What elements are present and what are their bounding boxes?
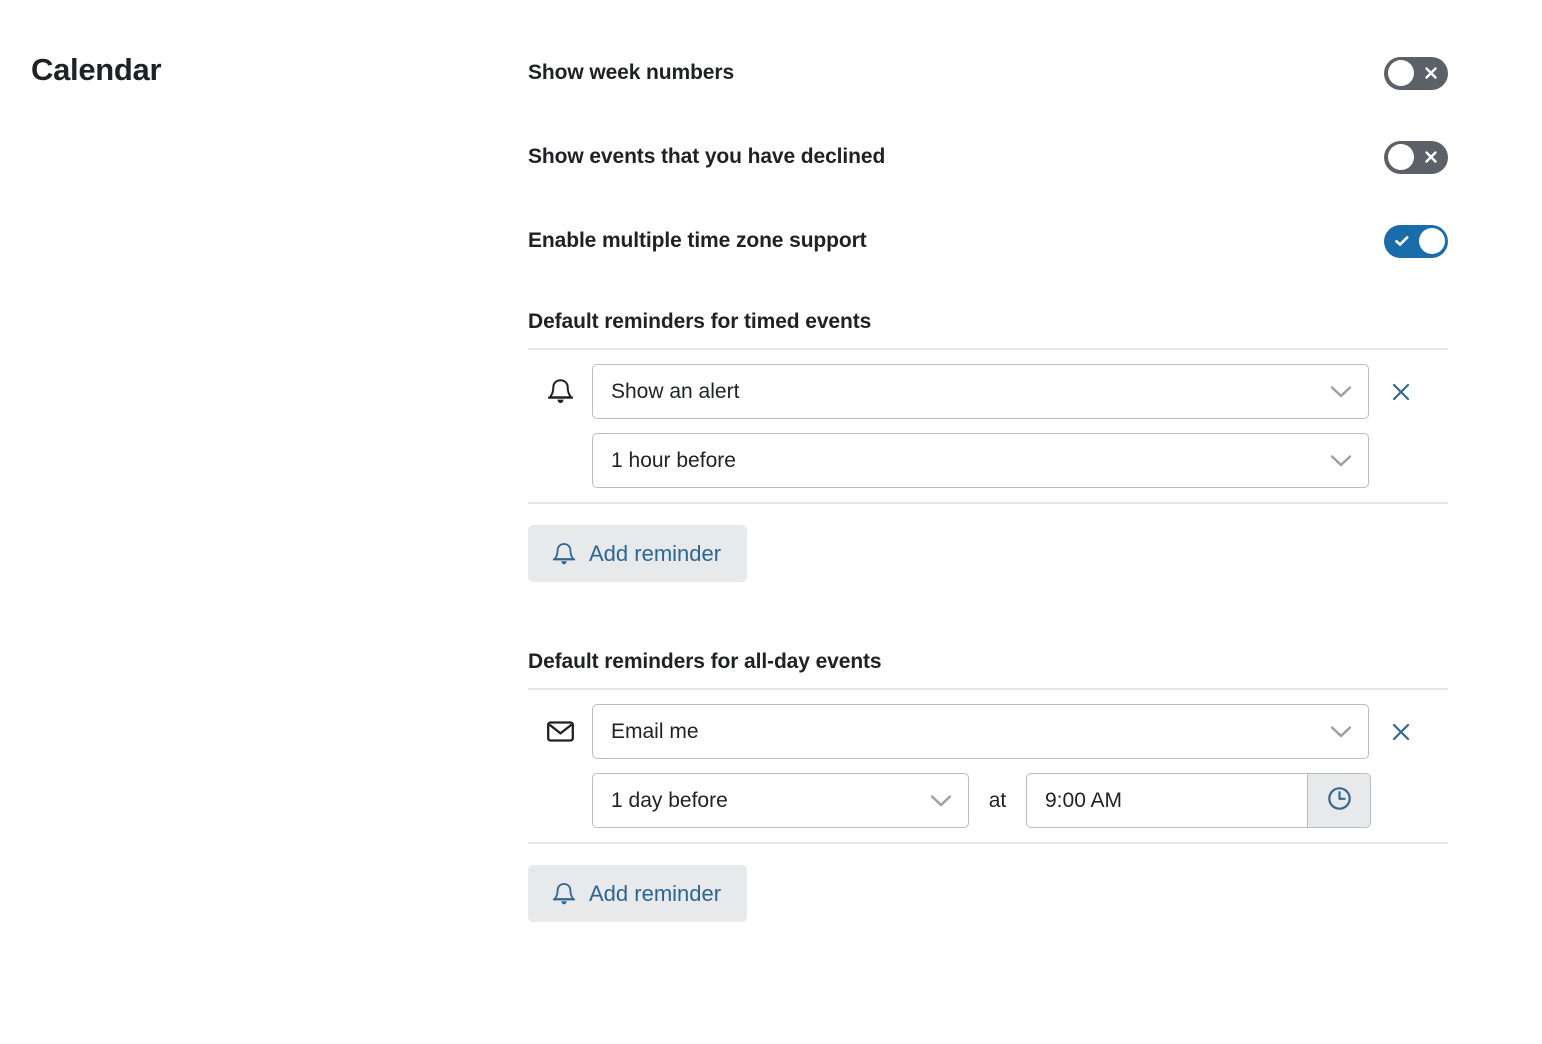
check-icon [1387, 225, 1417, 258]
reminder-timing-line: 1 day before at 9:00 AM [528, 773, 1448, 828]
setting-row-show-week-numbers: Show week numbers [528, 52, 1448, 94]
clock-icon [1326, 785, 1353, 817]
toggle-knob [1387, 144, 1414, 170]
page-title: Calendar [31, 52, 162, 87]
toggle-show-week-numbers[interactable] [1384, 56, 1448, 90]
chevron-down-icon [1330, 454, 1352, 468]
reminder-time-value: 9:00 AM [1045, 788, 1123, 812]
setting-label-show-declined-events: Show events that you have declined [528, 145, 886, 168]
reminder-method-select-timed[interactable]: Show an alert [592, 364, 1369, 419]
reminder-time-field[interactable]: 9:00 AM [1026, 773, 1371, 828]
reminder-row-all-day: Email me 1 day before at 9:00 AM [528, 690, 1448, 842]
toggle-knob [1418, 228, 1445, 254]
section-divider [528, 842, 1448, 844]
toggle-multiple-timezone-support[interactable] [1384, 224, 1448, 258]
toggle-knob [1387, 60, 1414, 86]
bell-icon [552, 541, 576, 567]
reminder-method-line: Show an alert [528, 364, 1448, 419]
remove-reminder-button-all-day[interactable] [1369, 720, 1433, 744]
add-reminder-button-timed[interactable]: Add reminder [528, 525, 748, 582]
setting-row-show-declined-events: Show events that you have declined [528, 136, 1448, 178]
section-all-day-events: Default reminders for all-day events Ema… [528, 650, 1448, 922]
reminder-timing-select-all-day[interactable]: 1 day before [592, 773, 969, 828]
close-icon [1416, 141, 1446, 174]
reminder-method-value: Email me [611, 719, 699, 743]
at-label: at [988, 788, 1007, 812]
reminder-method-value: Show an alert [611, 379, 740, 403]
envelope-icon [528, 719, 592, 744]
clock-icon-button[interactable] [1307, 774, 1370, 827]
calendar-settings-panel: Show week numbers Show events that you h… [528, 0, 1448, 922]
setting-label-show-week-numbers: Show week numbers [528, 61, 735, 84]
reminder-row-timed: Show an alert 1 hour before [528, 350, 1448, 502]
chevron-down-icon [1330, 725, 1352, 739]
reminder-timing-value: 1 hour before [611, 448, 736, 472]
reminder-timing-select-timed[interactable]: 1 hour before [592, 433, 1369, 488]
close-icon [1416, 57, 1446, 90]
reminder-timing-value: 1 day before [611, 788, 728, 812]
reminder-timing-line: 1 hour before [528, 433, 1448, 488]
bell-icon [528, 377, 592, 406]
chevron-down-icon [930, 794, 952, 808]
toggle-show-declined-events[interactable] [1384, 140, 1448, 174]
add-reminder-label: Add reminder [589, 880, 722, 906]
reminder-method-line: Email me [528, 704, 1448, 759]
remove-reminder-button-timed[interactable] [1369, 380, 1433, 404]
section-heading-all-day-events: Default reminders for all-day events [528, 650, 882, 673]
chevron-down-icon [1330, 385, 1352, 399]
add-reminder-label: Add reminder [589, 540, 722, 566]
setting-row-multiple-timezone-support: Enable multiple time zone support [528, 220, 1448, 262]
section-heading-timed-events: Default reminders for timed events [528, 310, 872, 333]
section-timed-events: Default reminders for timed events Show … [528, 310, 1448, 582]
section-divider [528, 502, 1448, 504]
reminder-method-select-all-day[interactable]: Email me [592, 704, 1369, 759]
add-reminder-button-all-day[interactable]: Add reminder [528, 865, 748, 922]
bell-icon [552, 881, 576, 907]
setting-label-multiple-timezone-support: Enable multiple time zone support [528, 229, 867, 252]
